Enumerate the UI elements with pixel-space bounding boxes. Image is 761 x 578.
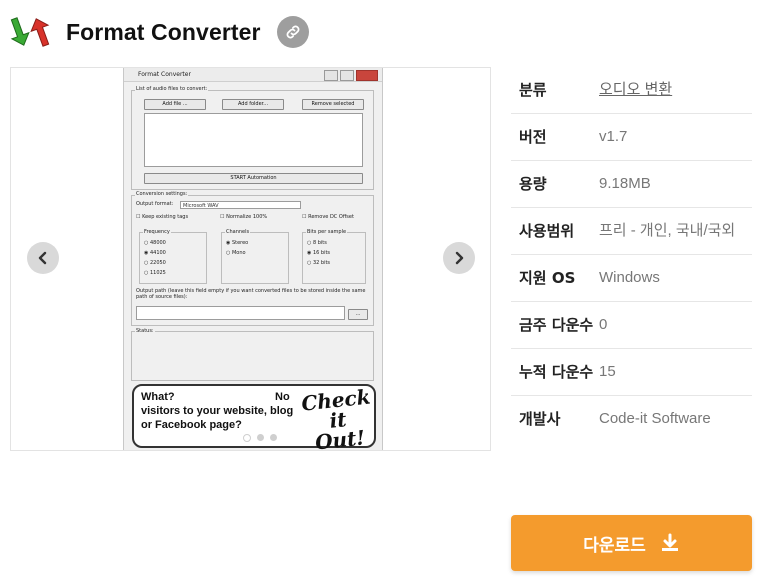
info-row-license: 사용범위 프리 - 개인, 국내/국외	[511, 208, 752, 255]
chevron-left-icon	[38, 251, 47, 265]
mini-add-file-button: Add file ...	[144, 99, 206, 110]
mini-normalize: ☐ Normalize 100%	[220, 214, 268, 220]
size-label: 용량	[519, 175, 547, 193]
mini-status-group	[131, 331, 374, 381]
info-row-developer: 개발사 Code-it Software	[511, 396, 752, 442]
mini-frequency-label: Frequency	[143, 229, 171, 235]
mini-remove-dc: ☐ Remove DC Offset	[302, 214, 354, 220]
download-icon	[661, 533, 678, 551]
mini-keep-tags: ☐ Keep existing tags	[136, 214, 189, 220]
mini-bits-1: ◉ 16 bits	[307, 250, 331, 256]
mini-output-path-label: Output path (leave this field empty if y…	[136, 288, 366, 300]
mini-freq-0: ○ 48000	[144, 240, 166, 246]
mini-bits-2-text: 32 bits	[312, 260, 331, 266]
promo-check2: Out!	[313, 425, 367, 450]
app-logo-icon	[8, 12, 62, 52]
info-row-weekly-downloads: 금주 다운수 0	[511, 302, 752, 349]
gallery-prev-button[interactable]	[27, 242, 59, 274]
gallery-dot-1[interactable]	[243, 434, 251, 442]
promo-line3: or Facebook page?	[141, 419, 242, 431]
mini-bits-label: Bits per sample	[306, 229, 348, 235]
category-link[interactable]: 오디오 변환	[599, 78, 752, 102]
promo-line1b: No	[275, 391, 290, 403]
gallery-dots	[243, 434, 277, 442]
link-icon	[286, 25, 299, 39]
screenshot-gallery: Format Converter List of audio files to …	[10, 67, 491, 451]
mini-freq-3: ○ 11025	[144, 270, 166, 276]
mini-browse-button: ...	[348, 309, 368, 320]
version-label: 버전	[519, 128, 547, 146]
mini-freq-0-text: 48000	[149, 240, 166, 246]
chevron-right-icon	[455, 251, 464, 265]
mini-bits-1-text: 16 bits	[312, 250, 331, 256]
weekly-downloads-label: 금주 다운수	[519, 316, 594, 334]
mini-remove-button: Remove selected	[302, 99, 364, 110]
app-info-table: 분류 오디오 변환 버전 v1.7 용량 9.18MB 사용범위 프리 - 개인…	[511, 67, 752, 442]
copy-link-button[interactable]	[276, 16, 309, 48]
mini-status-label: Status:	[135, 328, 155, 334]
download-button[interactable]: 다운로드	[511, 515, 752, 571]
weekly-downloads-value: 0	[599, 316, 608, 333]
mini-start-button: START Automation	[144, 173, 363, 184]
mini-output-format-value: Microsoft WAV	[183, 203, 219, 209]
mini-bits-0: ○ 8 bits	[307, 240, 327, 246]
mini-bits-0-text: 8 bits	[312, 240, 327, 246]
screenshot-image: Format Converter List of audio files to …	[123, 68, 383, 450]
gallery-dot-2[interactable]	[257, 434, 264, 441]
mini-output-format-select: Microsoft WAV	[180, 201, 301, 209]
promo-line2: visitors to your website, blog	[141, 405, 294, 417]
os-label: 지원 OS	[519, 269, 576, 287]
mini-normalize-text: Normalize 100%	[226, 214, 268, 220]
developer-label: 개발사	[519, 410, 561, 428]
os-value: Windows	[599, 269, 660, 286]
info-row-total-downloads: 누적 다운수 15	[511, 349, 752, 396]
info-row-size: 용량 9.18MB	[511, 161, 752, 208]
app-header: Format Converter	[8, 12, 309, 52]
promo-check-it: Check it Out!	[299, 385, 377, 450]
info-row-os: 지원 OS Windows	[511, 255, 752, 302]
mini-output-format-label: Output format:	[136, 201, 174, 207]
mini-output-path-field	[136, 306, 345, 320]
info-row-category: 분류 오디오 변환	[511, 67, 752, 114]
license-value: 프리 - 개인, 국내/국외	[599, 222, 736, 239]
mini-window-controls	[324, 70, 378, 81]
mini-channel-0-text: Stereo	[231, 240, 249, 246]
gallery-next-button[interactable]	[443, 242, 475, 274]
mini-channel-1-text: Mono	[231, 250, 246, 256]
total-downloads-label: 누적 다운수	[519, 363, 594, 381]
gallery-dot-3[interactable]	[270, 434, 277, 441]
license-label: 사용범위	[519, 222, 575, 240]
total-downloads-value: 15	[599, 363, 616, 380]
mini-settings-label: Conversion settings:	[135, 191, 189, 197]
developer-value: Code-it Software	[599, 410, 711, 427]
mini-list-label: List of audio files to convert:	[135, 86, 209, 92]
mini-file-list	[144, 113, 363, 167]
mini-freq-3-text: 11025	[149, 270, 166, 276]
mini-channel-1: ○ Mono	[226, 250, 246, 256]
promo-line1: What?	[141, 391, 175, 403]
mini-freq-1: ◉ 44100	[144, 250, 166, 256]
mini-add-folder-button: Add folder...	[222, 99, 284, 110]
mini-freq-2-text: 22050	[149, 260, 166, 266]
category-label: 분류	[519, 81, 547, 99]
mini-window-title-text: Format Converter	[138, 71, 191, 78]
mini-channel-0: ◉ Stereo	[226, 240, 249, 246]
mini-freq-1-text: 44100	[149, 250, 166, 256]
download-label: 다운로드	[583, 535, 646, 556]
mini-keep-tags-text: Keep existing tags	[142, 214, 189, 220]
mini-bits-2: ○ 32 bits	[307, 260, 331, 266]
mini-channels-label: Channels	[225, 229, 251, 235]
app-title: Format Converter	[66, 18, 261, 45]
mini-remove-dc-text: Remove DC Offset	[308, 214, 354, 220]
version-value: v1.7	[599, 128, 628, 145]
mini-freq-2: ○ 22050	[144, 260, 166, 266]
size-value: 9.18MB	[599, 175, 651, 192]
info-row-version: 버전 v1.7	[511, 114, 752, 161]
